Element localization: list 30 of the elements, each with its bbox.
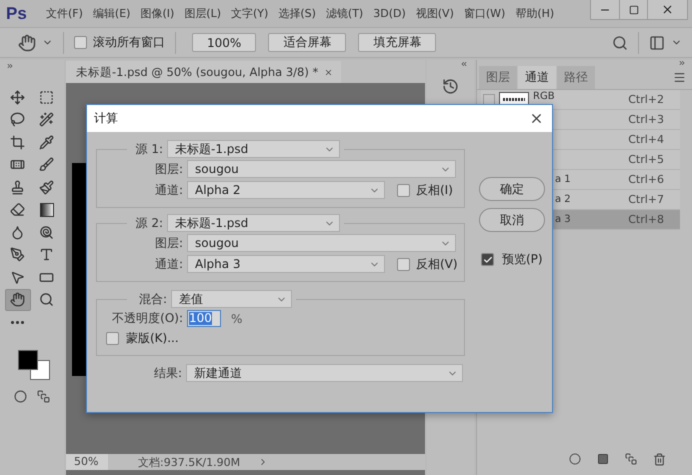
channel-name: a 1 [555,174,571,185]
blend-label: 混合: [138,290,167,308]
channel-name: a 2 [555,194,571,205]
channel-shortcut: Ctrl+3 [628,113,664,126]
channel-name: a 3 [555,214,571,225]
invert-label: 反相(I) [416,182,453,198]
channel-shortcut: Ctrl+6 [628,173,664,186]
mask-label: 蒙版(K)... [126,330,179,347]
channel-shortcut: Ctrl+7 [628,193,664,206]
percent-unit: % [231,312,242,326]
app-logo: Ps [6,4,28,24]
source-label: 源 1: [134,140,163,158]
checkbox-label: 滚动所有窗口 [93,34,165,51]
document-info: 文档:937.5K/1.90M [138,454,242,470]
preview-label: 预览(P) [502,251,543,268]
result-label: 结果: [152,364,182,382]
invert-label: 反相(V) [416,256,458,272]
channel-name: RGB [533,91,555,102]
channel-label: 通道: [154,182,183,198]
channel-shortcut: Ctrl+4 [628,133,664,146]
opacity-label: 不透明度(O): [111,310,183,327]
layer-label: 图层: [154,234,183,252]
source-label: 源 2: [134,214,163,232]
channel-shortcut: Ctrl+2 [628,93,664,106]
layer-label: 图层: [154,160,183,178]
channel-shortcut: Ctrl+8 [628,213,664,226]
dialog-title: 计算 [94,110,118,127]
channel-label: 通道: [154,256,183,272]
channel-shortcut: Ctrl+5 [628,153,664,166]
document-title: 未标题-1.psd @ 50% (sougou, Alpha 3/8) * [76,64,318,80]
